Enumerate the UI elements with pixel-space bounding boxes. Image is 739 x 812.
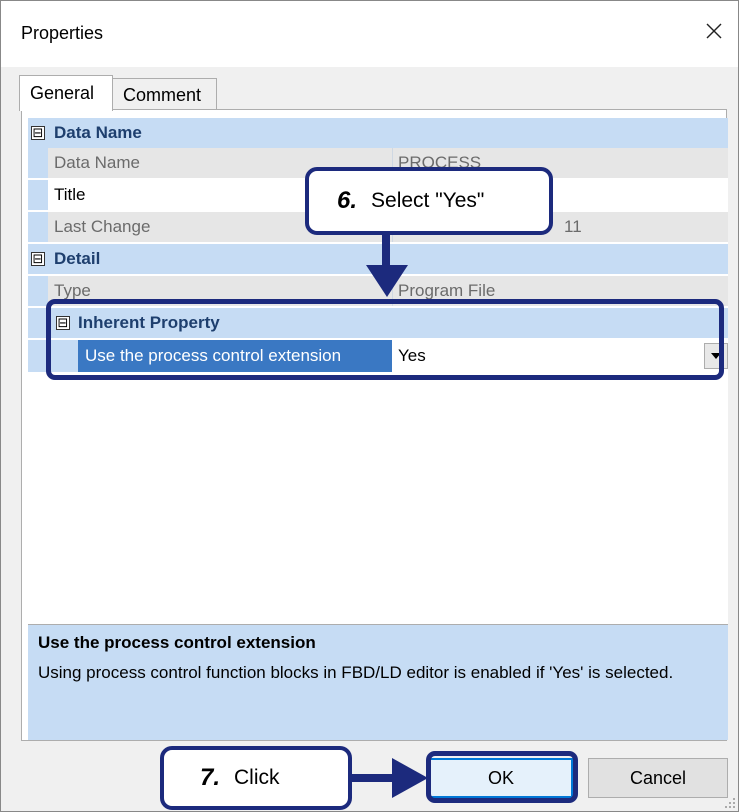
collapse-icon[interactable]: ⊟ <box>31 126 45 140</box>
property-name: Last Change <box>54 217 151 236</box>
step-text: Select "Yes" <box>371 189 485 212</box>
callout-step-7: 7. Click <box>160 746 352 810</box>
description-title: Use the process control extension <box>38 633 316 652</box>
property-name: Title <box>54 185 86 204</box>
category-label: Detail <box>54 249 101 268</box>
row-margin <box>28 276 48 306</box>
arrow-right-icon <box>350 758 428 798</box>
row-margin <box>28 180 48 210</box>
property-name: Data Name <box>54 153 140 172</box>
tab-general[interactable]: General <box>19 75 113 111</box>
close-icon <box>706 23 722 39</box>
collapse-icon[interactable]: ⊟ <box>31 252 45 266</box>
row-margin <box>28 212 48 242</box>
category-label: Data Name <box>54 123 142 142</box>
row-margin <box>28 308 48 338</box>
category-data-name[interactable]: ⊟ Data Name <box>28 118 728 148</box>
step-number: 7. <box>200 764 221 791</box>
properties-dialog: Properties General Comment ⊟ Data Name D… <box>0 0 739 812</box>
description-pane: Use the process control extension Using … <box>28 624 728 740</box>
resize-grip-icon[interactable] <box>724 797 736 809</box>
description-body: Using process control function blocks in… <box>38 663 674 682</box>
arrow-down-icon <box>366 233 408 297</box>
title-bar: Properties <box>1 1 738 67</box>
step-number: 6. <box>337 187 358 214</box>
highlight-inherent-property <box>46 299 724 380</box>
property-value: 11 <box>564 217 582 236</box>
row-margin <box>28 148 48 178</box>
step-text: Click <box>234 766 280 789</box>
callout-step-6: 6. Select "Yes" <box>305 167 553 235</box>
window-title: Properties <box>21 23 104 43</box>
tab-comment[interactable]: Comment <box>113 78 217 111</box>
close-button[interactable] <box>696 13 732 49</box>
highlight-ok-button <box>426 751 578 803</box>
cancel-button[interactable]: Cancel <box>588 758 728 798</box>
